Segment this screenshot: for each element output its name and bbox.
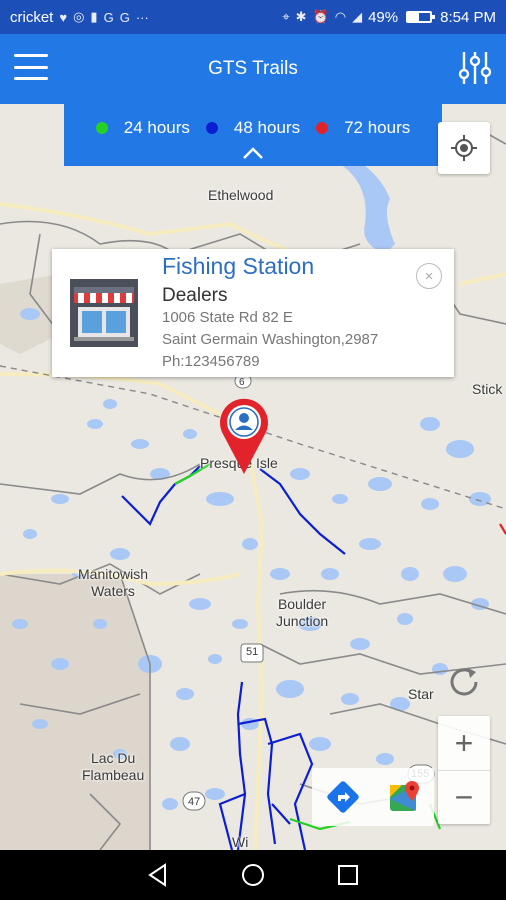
chevron-up-icon[interactable] (242, 146, 264, 160)
zoom-controls: + − (438, 716, 490, 824)
map-label-stick: Stick (472, 381, 503, 397)
my-location-button[interactable] (438, 122, 490, 174)
g-icon: G (103, 9, 114, 25)
legend-48h: 48 hours (205, 118, 301, 138)
map-label-boulder: Boulder Junction (276, 596, 329, 629)
refresh-icon (450, 668, 478, 696)
legend-dot-48h (205, 122, 218, 134)
person-pin-icon[interactable] (216, 394, 272, 476)
recents-square-icon[interactable] (335, 862, 361, 888)
location-icon: ⌖ (282, 9, 290, 24)
heart-icon: ♥ (59, 9, 68, 25)
card-title: Fishing Station (162, 253, 315, 279)
sliders-filter-icon[interactable] (458, 50, 492, 86)
carrier-label: cricket (10, 8, 54, 26)
zoom-in-button[interactable]: + (438, 716, 490, 770)
map-view[interactable]: Ethelwood Presque Isle Manitowish Waters… (0, 104, 506, 850)
sim-icon: ▮ (90, 9, 98, 24)
more-icon: ··· (135, 9, 149, 25)
map-toolbar (312, 768, 434, 826)
app-screen: cricket ♥ ◎ ▮ G G ··· ⌖ ✱ ⏰ ◠ ◢ 49% 8:54… (0, 0, 506, 900)
legend-label-24h: 24 hours (123, 118, 190, 137)
g-icon: G (119, 9, 130, 25)
wifi-icon: ◠ (334, 9, 347, 24)
trail-age-legend: 24 hours 48 hours 72 hours (64, 104, 442, 166)
status-bar: cricket ♥ ◎ ▮ G G ··· ⌖ ✱ ⏰ ◠ ◢ 49% 8:54… (0, 0, 506, 34)
legend-dot-24h (95, 122, 108, 134)
card-phone: Ph:123456789 (162, 353, 260, 370)
shield-51: 51 (246, 646, 259, 658)
google-maps-icon[interactable] (386, 779, 422, 815)
status-right: ⌖ ✱ ⏰ ◠ ◢ 49% 8:54 PM (282, 9, 496, 26)
clock: 8:54 PM (440, 8, 496, 26)
legend-72h: 72 hours (316, 118, 410, 138)
battery-icon (406, 11, 436, 23)
store-front-icon (70, 279, 138, 347)
status-left: cricket ♥ ◎ ▮ G G ··· (10, 9, 282, 26)
card-address-line2: Saint Germain Washington,2987 (162, 331, 379, 348)
alarm-icon: ⏰ (312, 9, 329, 24)
legend-dot-72h (316, 122, 329, 134)
map-label-manitowish: Manitowish Waters (78, 566, 149, 599)
app-title: GTS Trails (208, 58, 298, 79)
card-category: Dealers (162, 285, 228, 306)
battery-fill (408, 13, 419, 21)
card-address-line1: 1006 State Rd 82 E (162, 309, 293, 326)
shield-47: 47 (188, 796, 201, 808)
directions-icon[interactable] (325, 779, 361, 815)
system-nav-bar (0, 850, 506, 900)
back-triangle-icon[interactable] (145, 862, 171, 888)
map-label-lac-du: Lac Du Flambeau (82, 750, 145, 783)
map-label-ethelwood: Ethelwood (208, 187, 274, 203)
map-base (0, 104, 506, 850)
whatsapp-icon: ◎ (73, 9, 85, 24)
map-label-partial: Wi (232, 834, 249, 850)
map-label-star: Star (408, 686, 434, 702)
legend-label-72h: 72 hours (344, 118, 411, 137)
refresh-button[interactable] (440, 658, 488, 706)
hamburger-menu-icon[interactable] (14, 54, 48, 80)
my-location-icon (451, 135, 477, 161)
legend-24h: 24 hours (95, 118, 190, 138)
signal-icon: ◢ (352, 9, 363, 24)
bluetooth-icon: ✱ (295, 9, 307, 24)
legend-label-48h: 48 hours (233, 118, 301, 137)
zoom-out-button[interactable]: − (438, 770, 490, 824)
close-icon[interactable]: × (416, 263, 442, 289)
battery-percent: 49% (368, 8, 399, 26)
home-circle-icon[interactable] (240, 862, 266, 888)
location-info-card[interactable]: Fishing Station Dealers 1006 State Rd 82… (52, 249, 454, 377)
app-bar: GTS Trails (0, 34, 506, 104)
